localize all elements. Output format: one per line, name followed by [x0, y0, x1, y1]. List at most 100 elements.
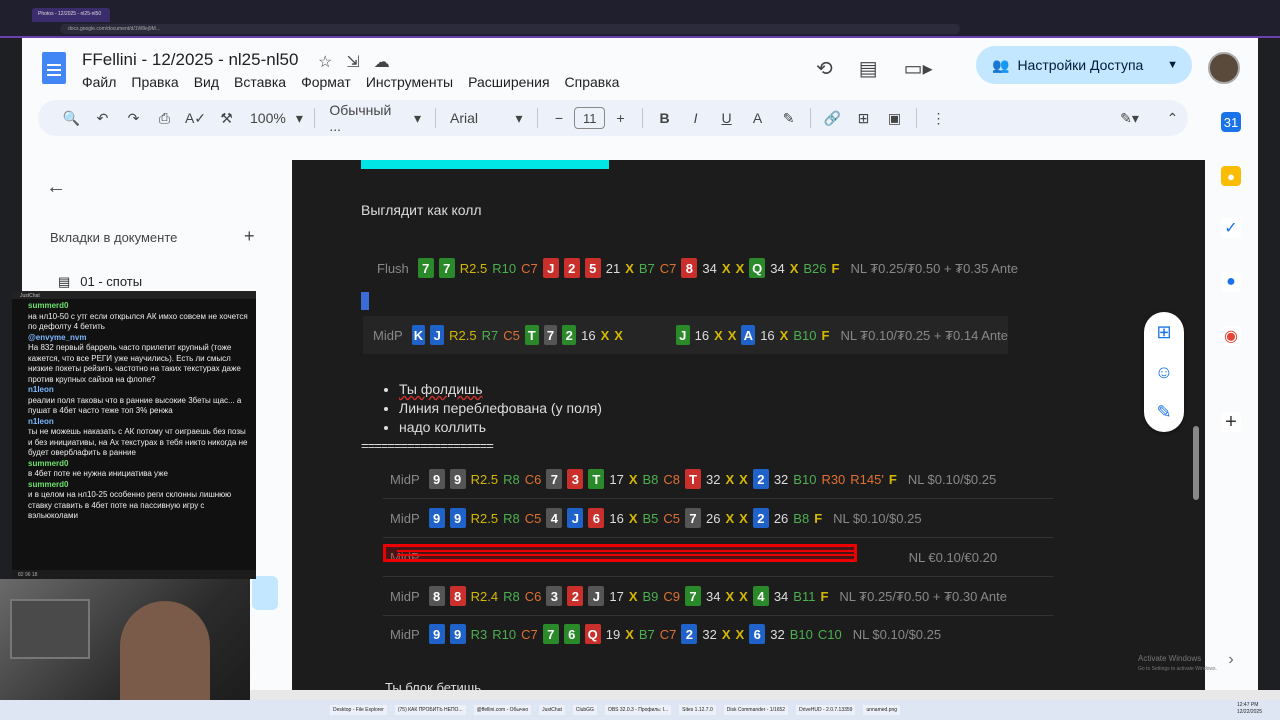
keep-icon[interactable]: ● [1221, 166, 1241, 186]
more-icon[interactable]: ⋮ [923, 105, 954, 131]
add-tab-icon[interactable]: + [244, 226, 255, 247]
chevron-down-icon[interactable]: ▼ [1167, 59, 1178, 71]
hand-position: MidP [390, 588, 420, 604]
card: 2 [752, 469, 769, 489]
star-icon[interactable]: ☆ [318, 52, 332, 72]
increase-font-icon[interactable]: + [605, 105, 636, 131]
spellcheck-icon[interactable]: A✓ [180, 105, 211, 131]
chat-message: На 832 первый баррель часто прилетит кру… [28, 343, 241, 384]
card: T [685, 469, 702, 489]
browser-tab[interactable]: Photos - 12/2025 - nl25-nl50 [32, 8, 110, 22]
doc-title[interactable]: FFellini - 12/2025 - nl25-nl50 [82, 50, 298, 70]
chat-username[interactable]: @envyme_nvm [28, 333, 252, 344]
font-select[interactable]: Arial ▾ [442, 105, 531, 131]
action-token: C7 [521, 260, 538, 276]
add-addon-icon[interactable]: + [1221, 411, 1241, 433]
taskbar-item[interactable]: JustChat [539, 705, 565, 715]
image-icon[interactable]: ▣ [879, 105, 910, 131]
redo-icon[interactable]: ↷ [118, 105, 149, 131]
avatar[interactable] [1208, 52, 1240, 84]
action-token: X [739, 588, 748, 604]
back-arrow-icon[interactable]: ← [46, 176, 66, 199]
chevron-up-icon[interactable]: ⌃ [1157, 105, 1188, 131]
taskbar-item[interactable]: Sites 1.12.7.0 [679, 705, 716, 715]
maps-icon[interactable]: ◉ [1221, 326, 1241, 346]
chat-username[interactable]: summerd0 [28, 301, 252, 312]
taskbar-item[interactable]: OBS 32.0.3 - Профиль: I... [604, 705, 672, 715]
taskbar-item[interactable]: ClubGG [572, 705, 597, 715]
meet-icon[interactable]: ▭▸ [904, 56, 933, 81]
text-color-icon[interactable]: A [742, 105, 773, 131]
cloud-saved-icon[interactable]: ☁ [374, 52, 390, 72]
italic-icon[interactable]: I [680, 105, 711, 131]
action-token: C7 [659, 260, 677, 276]
menu-tools[interactable]: Инструменты [366, 74, 453, 90]
card: 7 [685, 508, 702, 528]
docs-logo-icon[interactable] [42, 52, 66, 84]
taskbar-item[interactable]: Disk Commander - 1/1652 [723, 705, 789, 715]
action-token: X [739, 471, 748, 487]
comments-icon[interactable]: ▤ [859, 56, 878, 81]
add-comment-icon[interactable]: ⊞ [848, 105, 879, 131]
action-token: 16 [581, 327, 596, 343]
link-icon[interactable]: 🔗 [817, 105, 848, 131]
paint-format-icon[interactable]: ⚒ [211, 105, 242, 131]
history-icon[interactable]: ⟲ [816, 56, 833, 81]
contacts-icon[interactable]: ● [1221, 272, 1241, 292]
action-token: 17 [609, 588, 624, 604]
chat-username[interactable]: summerd0 [28, 459, 252, 470]
divider [314, 108, 316, 128]
sidebar-item-spots[interactable]: ▤ 01 - споты [58, 274, 142, 290]
action-token: X [725, 588, 735, 604]
action-token: R2.5 [470, 471, 499, 487]
sidebar-item-label: 01 - споты [80, 274, 143, 289]
document-page[interactable]: Выглядит как колл Flush 7 7 R2.5 R10 C7 J 2 5 21 X… [293, 160, 1205, 695]
taskbar-item[interactable]: DriveHUD - 2.0.7.13359 [796, 705, 856, 715]
zoom-select[interactable]: 100% ▾ [242, 105, 308, 131]
chat-username[interactable]: summerd0 [28, 480, 252, 491]
undo-icon[interactable]: ↶ [87, 105, 118, 131]
menu-view[interactable]: Вид [194, 74, 219, 90]
address-bar[interactable]: docs.google.com/document/d/1W8ej9M... [60, 24, 960, 34]
taskbar-item[interactable]: (75) КАК ПРОБИТЬ НЕПО... [394, 705, 466, 715]
chat-username[interactable]: n1leon [28, 385, 252, 396]
print-icon[interactable]: ⎙ [149, 105, 180, 131]
chat-username[interactable]: n1leon [28, 417, 252, 428]
bold-icon[interactable]: B [649, 105, 680, 131]
scrollbar[interactable] [1193, 426, 1199, 500]
menu-edit[interactable]: Правка [131, 74, 178, 90]
card: 7 [543, 325, 558, 345]
hand-history-row: MidP 9 9 R3 R10 C7 7 6 Q 19 X B7 C7 2 32 X X 6 32 B10 C10 NL … [390, 615, 941, 653]
style-select[interactable]: Обычный ... ▾ [321, 102, 429, 134]
suggest-edit-icon[interactable]: ✎ [1156, 402, 1171, 423]
calendar-icon[interactable]: 31 [1221, 112, 1241, 132]
floating-actions: ⊞ ☺ ✎ [1144, 312, 1184, 432]
menu-extensions[interactable]: Расширения [468, 74, 549, 90]
highlight-icon[interactable]: ✎ [773, 105, 804, 131]
taskbar-item[interactable]: unnamed.png [863, 705, 901, 715]
chevron-right-icon[interactable]: › [1221, 650, 1241, 670]
font-size-input[interactable]: 11 [574, 107, 606, 129]
menu-format[interactable]: Формат [301, 74, 351, 90]
taskbar-item[interactable]: Desktop - File Explorer [330, 705, 387, 715]
tasks-icon[interactable]: ✓ [1221, 218, 1241, 238]
card: 2 [562, 325, 577, 345]
underline-icon[interactable]: U [711, 105, 742, 131]
decrease-font-icon[interactable]: − [543, 105, 574, 131]
move-folder-icon[interactable]: ⇲ [346, 52, 359, 72]
share-button[interactable]: 👥 Настройки Доступа ▼ [976, 46, 1192, 84]
sidebar-item-highlight[interactable] [252, 576, 278, 610]
add-comment-icon[interactable]: ⊞ [1156, 322, 1171, 343]
share-label: Настройки Доступа [1017, 57, 1144, 73]
taskbar-item[interactable]: @ffellini.com - Обычно [473, 705, 532, 715]
menu-file[interactable]: Файл [82, 74, 116, 90]
editing-mode-icon[interactable]: ✎▾ [1114, 105, 1145, 131]
action-token: X [628, 510, 638, 526]
search-icon[interactable]: 🔍 [56, 105, 87, 131]
action-token: R7 [481, 327, 499, 343]
clock-date: 12/22/2025 [1236, 709, 1262, 715]
card: A [741, 325, 756, 345]
emoji-icon[interactable]: ☺ [1155, 362, 1173, 383]
menu-help[interactable]: Справка [565, 74, 620, 90]
menu-insert[interactable]: Вставка [234, 74, 286, 90]
